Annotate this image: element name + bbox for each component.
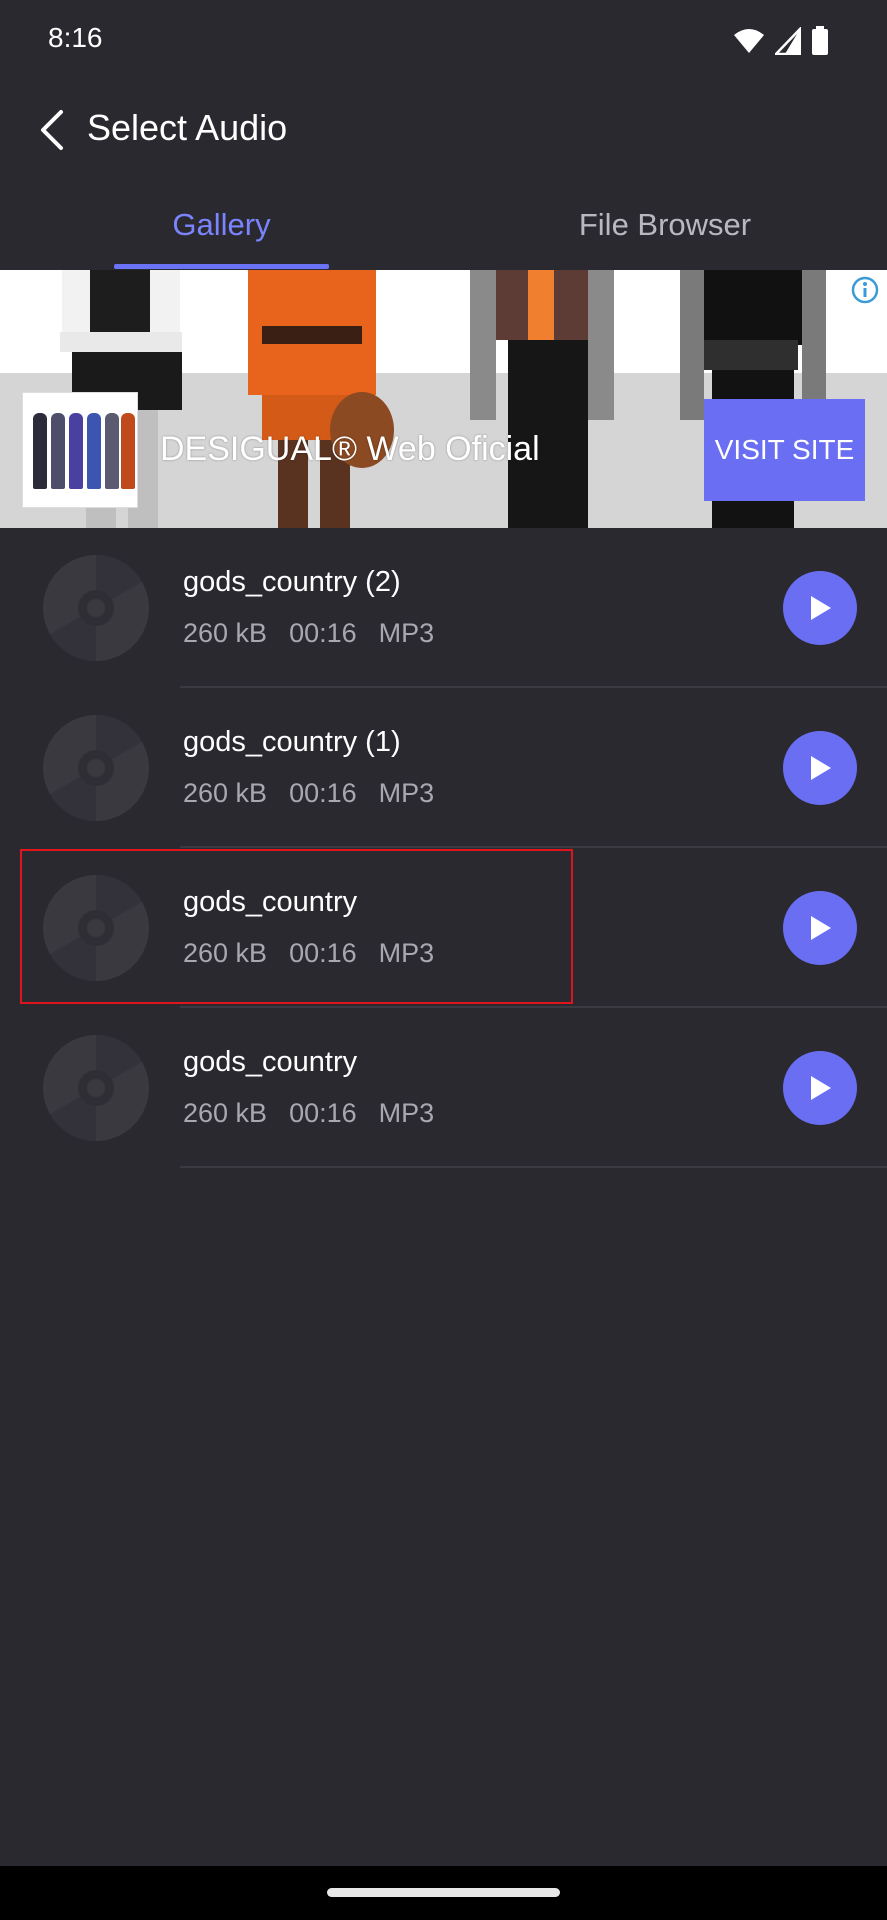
play-button[interactable] [783, 731, 857, 805]
cell-signal-icon [775, 27, 801, 55]
status-icons [733, 26, 829, 56]
audio-title: gods_country [183, 1046, 358, 1078]
audio-format: MP3 [378, 1098, 435, 1128]
status-bar: 8:16 [0, 0, 887, 80]
tab-indicator [114, 264, 329, 269]
play-button[interactable] [783, 571, 857, 645]
audio-format: MP3 [378, 618, 435, 648]
play-icon [811, 1076, 831, 1100]
audio-title: gods_country (2) [183, 566, 401, 598]
ad-headline[interactable]: DESIGUAL® Web Oficial [160, 430, 540, 469]
tab-gallery[interactable]: Gallery [0, 180, 443, 270]
ad-banner[interactable]: DESIGUAL® Web Oficial VISIT SITE [0, 270, 887, 528]
wifi-icon [734, 29, 764, 53]
ad-thumbnail [22, 392, 138, 508]
home-gesture-handle[interactable] [327, 1888, 560, 1897]
audio-size: 260 kB [183, 618, 268, 648]
audio-duration: 00:16 [289, 1098, 357, 1128]
audio-size: 260 kB [183, 1098, 268, 1128]
status-time: 8:16 [48, 22, 103, 53]
navigation-bar [0, 1866, 887, 1920]
audio-duration: 00:16 [289, 778, 357, 808]
app-bar: Select Audio [0, 80, 887, 180]
audio-list-item[interactable]: gods_country 260 kB 00:16 MP3 [0, 1008, 887, 1168]
audio-format: MP3 [378, 778, 435, 808]
disc-icon [43, 1035, 149, 1141]
divider [180, 1166, 887, 1168]
disc-icon [43, 715, 149, 821]
play-button[interactable] [783, 891, 857, 965]
audio-size: 260 kB [183, 778, 268, 808]
play-icon [811, 916, 831, 940]
battery-icon [812, 26, 828, 55]
audio-list-item[interactable]: gods_country (1) 260 kB 00:16 MP3 [0, 688, 887, 848]
audio-title: gods_country (1) [183, 726, 401, 758]
tab-file-browser[interactable]: File Browser [443, 180, 887, 270]
selection-highlight [20, 849, 573, 1004]
disc-icon [43, 555, 149, 661]
ad-info-icon[interactable] [849, 274, 881, 306]
audio-meta: 260 kB 00:16 MP3 [183, 618, 434, 649]
back-arrow-icon [41, 110, 63, 150]
visit-site-button[interactable]: VISIT SITE [704, 399, 865, 501]
tab-bar: Gallery File Browser [0, 180, 887, 270]
audio-meta: 260 kB 00:16 MP3 [183, 1098, 434, 1129]
back-button[interactable] [22, 100, 82, 160]
audio-list-item[interactable]: gods_country (2) 260 kB 00:16 MP3 [0, 528, 887, 688]
play-button[interactable] [783, 1051, 857, 1125]
audio-meta: 260 kB 00:16 MP3 [183, 778, 434, 809]
audio-duration: 00:16 [289, 618, 357, 648]
play-icon [811, 596, 831, 620]
play-icon [811, 756, 831, 780]
page-title: Select Audio [87, 107, 288, 148]
